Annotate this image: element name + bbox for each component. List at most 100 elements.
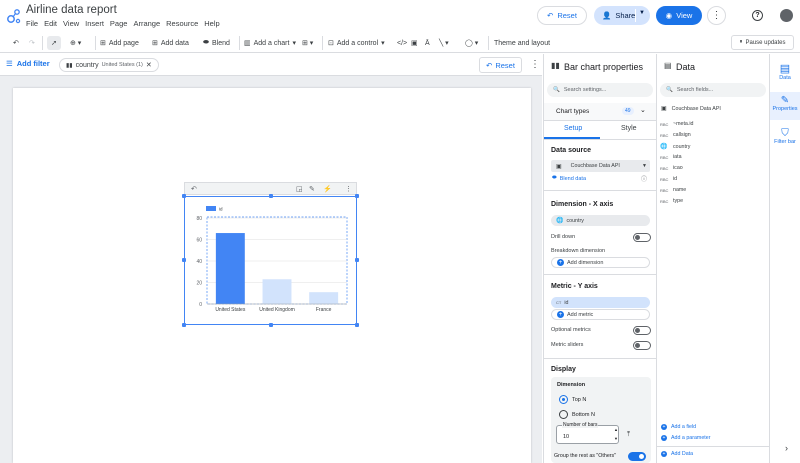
- avatar[interactable]: [780, 9, 793, 22]
- chart-menu-icon[interactable]: ⋮: [345, 185, 352, 193]
- menu-insert[interactable]: Insert: [85, 19, 104, 28]
- code-embed-icon[interactable]: </>: [397, 36, 407, 50]
- resize-handle[interactable]: [182, 323, 186, 327]
- edit-pencil-icon[interactable]: ✎: [309, 185, 315, 193]
- plus-icon: +: [557, 311, 564, 318]
- field-item[interactable]: RBC type: [660, 198, 683, 204]
- select-cursor-icon[interactable]: ➚: [47, 36, 61, 50]
- dimension-field-chip[interactable]: 🌐 country: [551, 215, 650, 226]
- theme-layout-button[interactable]: Theme and layout: [494, 36, 550, 50]
- add-control-button[interactable]: ⊡ Add a control ▾: [328, 36, 385, 50]
- chevron-right-icon[interactable]: ›: [785, 443, 788, 453]
- dimension-title: Dimension - X axis: [551, 201, 614, 208]
- more-options-icon[interactable]: ⋮: [707, 6, 726, 25]
- bottom-n-radio[interactable]: [559, 410, 568, 419]
- resize-handle[interactable]: [355, 194, 359, 198]
- add-dimension-button[interactable]: + Add dimension: [551, 257, 650, 268]
- add-field-link[interactable]: + Add a field: [661, 424, 696, 430]
- chevron-down-icon: ⌄: [640, 107, 646, 114]
- filter-reset-button[interactable]: ↶ Reset: [479, 57, 522, 73]
- crop-icon[interactable]: ◲: [296, 185, 303, 193]
- reset-button[interactable]: ↶ Reset: [537, 6, 587, 25]
- add-page-button[interactable]: ⊞ Add page: [100, 36, 139, 50]
- menu-help[interactable]: Help: [204, 19, 219, 28]
- rail-properties-button[interactable]: ✎ Properties: [770, 92, 800, 120]
- bar-chart-widget[interactable]: 0 20 40 60 80 id United States United Kingdom Fr…: [184, 196, 357, 325]
- menu-file[interactable]: File: [26, 19, 38, 28]
- share-button[interactable]: 👤 Share ▼: [594, 6, 650, 25]
- menu-bar: File Edit View Insert Page Arrange Resou…: [26, 19, 220, 28]
- filter-chip[interactable]: ▮▮ country United States (1) ✕: [59, 58, 159, 72]
- report-title[interactable]: Airline data report: [26, 4, 117, 16]
- redo-icon[interactable]: ↷: [29, 36, 35, 50]
- resize-handle[interactable]: [355, 258, 359, 262]
- group-rest-toggle[interactable]: [628, 452, 646, 461]
- tab-style[interactable]: Style: [621, 125, 637, 132]
- pause-updates-button[interactable]: ⏸ Pause updates: [731, 35, 794, 50]
- undo-icon[interactable]: ↶: [191, 185, 197, 193]
- rail-data-button[interactable]: ▤ Data: [770, 62, 800, 81]
- field-item[interactable]: 🌐 country: [660, 143, 690, 151]
- plus-icon: +: [661, 424, 667, 430]
- sort-icon[interactable]: ⤒: [627, 431, 630, 439]
- stepper-up-icon[interactable]: ▲: [614, 427, 618, 432]
- chart-types-row[interactable]: Chart types 49 ⌄: [544, 103, 656, 121]
- field-item[interactable]: RBC icao: [660, 165, 683, 171]
- dimension-subtitle: Dimension: [557, 382, 586, 388]
- image-icon[interactable]: ▣: [411, 36, 418, 50]
- resize-handle[interactable]: [355, 323, 359, 327]
- view-button[interactable]: ◉ View: [656, 6, 702, 25]
- add-filter-button[interactable]: ☰ Add filter: [6, 59, 50, 68]
- bar-chart[interactable]: 0 20 40 60 80 id United States United Kingdom Fr…: [185, 197, 356, 324]
- line-icon[interactable]: ╲ ▾: [439, 36, 449, 50]
- field-item[interactable]: RBC id: [660, 176, 677, 182]
- optional-metrics-toggle[interactable]: [633, 326, 651, 335]
- add-data-link[interactable]: + Add Data: [661, 451, 693, 457]
- shape-icon[interactable]: ◯ ▾: [465, 36, 478, 50]
- menu-edit[interactable]: Edit: [44, 19, 57, 28]
- bar-chart-icon: ▮▮: [551, 61, 560, 70]
- field-item[interactable]: RBC name: [660, 187, 686, 193]
- stepper-down-icon[interactable]: ▼: [614, 436, 618, 441]
- metric-field-chip[interactable]: CT id: [551, 297, 650, 308]
- more-options-icon[interactable]: ⋮: [530, 59, 540, 70]
- metric-sliders-toggle[interactable]: [633, 341, 651, 350]
- close-icon[interactable]: ✕: [146, 61, 152, 69]
- resize-handle[interactable]: [269, 323, 273, 327]
- field-item[interactable]: RBC ~meta.id: [660, 121, 693, 127]
- menu-resource[interactable]: Resource: [166, 19, 198, 28]
- chevron-down-icon[interactable]: ▼: [639, 10, 645, 16]
- settings-search-input[interactable]: 🔍 Search settings...: [547, 83, 653, 97]
- add-metric-button[interactable]: + Add metric: [551, 309, 650, 320]
- tab-setup[interactable]: Setup: [564, 125, 582, 132]
- add-data-button[interactable]: ⊞ Add data: [152, 36, 189, 50]
- resize-handle[interactable]: [182, 258, 186, 262]
- blend-data-link[interactable]: ⬬ Blend data: [552, 175, 586, 182]
- blend-button[interactable]: ⬬ Blend: [203, 36, 230, 50]
- data-source-select[interactable]: ▣ Couchbase Data API ▼: [551, 160, 650, 172]
- top-n-radio[interactable]: [559, 395, 568, 404]
- number-of-bars-input[interactable]: Number of bars 10 ▲ ▼: [556, 422, 619, 444]
- community-viz-icon[interactable]: ⊞ ▾: [302, 36, 313, 50]
- undo-icon[interactable]: ↶: [13, 36, 19, 50]
- menu-page[interactable]: Page: [110, 19, 128, 28]
- menu-arrange[interactable]: Arrange: [133, 19, 160, 28]
- rail-filter-bar-button[interactable]: ⛉ Filter bar: [770, 128, 800, 145]
- fields-search-input[interactable]: 🔍 Search fields...: [660, 83, 766, 97]
- field-item[interactable]: RBC callsign: [660, 132, 691, 138]
- zoom-icon[interactable]: ⊕ ▾: [70, 36, 81, 50]
- data-source-item[interactable]: ▣ Couchbase Data API: [661, 105, 721, 113]
- resize-handle[interactable]: [182, 194, 186, 198]
- add-parameter-link[interactable]: + Add a parameter: [661, 435, 710, 441]
- drill-down-toggle[interactable]: [633, 233, 651, 242]
- resize-handle[interactable]: [269, 194, 273, 198]
- add-chart-button[interactable]: ▥ Add a chart ▾: [244, 36, 296, 50]
- help-icon[interactable]: ?: [752, 10, 763, 21]
- menu-view[interactable]: View: [63, 19, 79, 28]
- help-icon[interactable]: ⓘ: [641, 174, 647, 183]
- chevron-down-icon: ▼: [642, 163, 647, 169]
- field-item[interactable]: RBC iata: [660, 154, 682, 160]
- y-tick-label: 0: [199, 302, 202, 308]
- text-icon[interactable]: Ā: [425, 36, 430, 50]
- magic-wand-icon[interactable]: ⚡: [323, 185, 332, 193]
